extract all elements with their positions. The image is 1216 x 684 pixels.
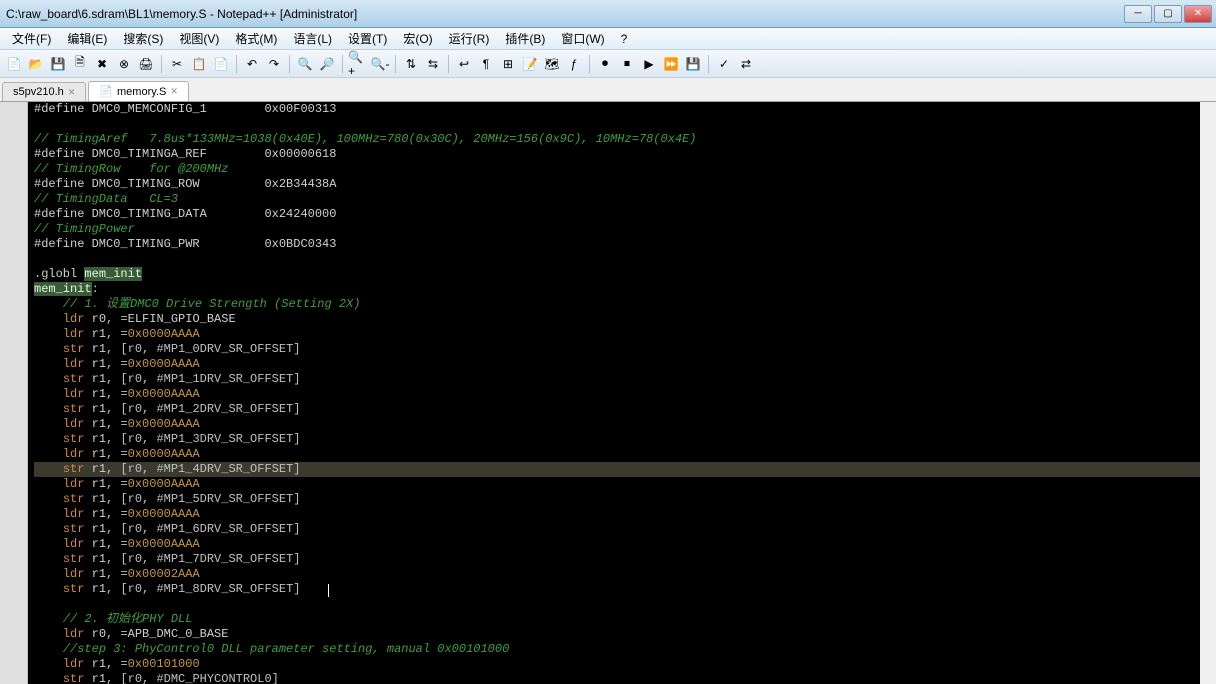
user-lang-icon[interactable]: 📝 xyxy=(520,54,540,74)
find-icon[interactable]: 🔍 xyxy=(295,54,315,74)
play-multi-icon[interactable]: ⏩ xyxy=(661,54,681,74)
toolbar-sep xyxy=(236,55,237,73)
save-icon[interactable]: 💾 xyxy=(48,54,68,74)
toolbar-sep xyxy=(589,55,590,73)
menu-run[interactable]: 运行(R) xyxy=(441,28,498,49)
save-macro-icon[interactable]: 💾 xyxy=(683,54,703,74)
file-icon: 📄 xyxy=(99,85,113,98)
menu-plugins[interactable]: 插件(B) xyxy=(497,28,553,49)
doc-map-icon[interactable]: 🗺 xyxy=(542,54,562,74)
replace-icon[interactable]: 🔎 xyxy=(317,54,337,74)
minimize-button[interactable]: ─ xyxy=(1124,5,1152,23)
new-file-icon[interactable]: 📄 xyxy=(4,54,24,74)
paste-icon[interactable]: 📄 xyxy=(211,54,231,74)
tab-close-icon[interactable]: ✕ xyxy=(68,87,76,98)
zoom-out-icon[interactable]: 🔍- xyxy=(370,54,390,74)
undo-icon[interactable]: ↶ xyxy=(242,54,262,74)
toolbar-sep xyxy=(395,55,396,73)
cut-icon[interactable]: ✂ xyxy=(167,54,187,74)
toolbar-sep xyxy=(708,55,709,73)
editor[interactable]: #define DMC0_MEMCONFIG_1 0x00F00313 // T… xyxy=(0,102,1216,684)
zoom-in-icon[interactable]: 🔍+ xyxy=(348,54,368,74)
play-icon[interactable]: ▶ xyxy=(639,54,659,74)
line-gutter xyxy=(0,102,28,684)
save-all-icon[interactable]: 🗎 xyxy=(70,54,90,74)
compare-icon[interactable]: ⇄ xyxy=(736,54,756,74)
copy-icon[interactable]: 📋 xyxy=(189,54,209,74)
toolbar-sep xyxy=(289,55,290,73)
window-controls: ─ ▢ ✕ xyxy=(1124,5,1212,23)
toolbar-sep xyxy=(448,55,449,73)
close-all-icon[interactable]: ⊗ xyxy=(114,54,134,74)
menu-search[interactable]: 搜索(S) xyxy=(115,28,171,49)
func-list-icon[interactable]: ƒ xyxy=(564,54,584,74)
tab-memory[interactable]: 📄 memory.S ✕ xyxy=(88,81,189,101)
menu-macro[interactable]: 宏(O) xyxy=(395,28,440,49)
menu-settings[interactable]: 设置(T) xyxy=(340,28,395,49)
maximize-button[interactable]: ▢ xyxy=(1154,5,1182,23)
wordwrap-icon[interactable]: ↩ xyxy=(454,54,474,74)
print-icon[interactable]: 🖨 xyxy=(136,54,156,74)
open-file-icon[interactable]: 📂 xyxy=(26,54,46,74)
sync-h-icon[interactable]: ⇆ xyxy=(423,54,443,74)
tab-close-icon[interactable]: ✕ xyxy=(170,86,178,97)
menu-window[interactable]: 窗口(W) xyxy=(553,28,612,49)
window-title: C:\raw_board\6.sdram\BL1\memory.S - Note… xyxy=(4,7,1124,21)
toolbar-sep xyxy=(342,55,343,73)
code-area[interactable]: #define DMC0_MEMCONFIG_1 0x00F00313 // T… xyxy=(28,102,1200,684)
spellcheck-icon[interactable]: ✓ xyxy=(714,54,734,74)
toolbar-sep xyxy=(161,55,162,73)
redo-icon[interactable]: ↷ xyxy=(264,54,284,74)
titlebar: C:\raw_board\6.sdram\BL1\memory.S - Note… xyxy=(0,0,1216,28)
tab-label: memory.S xyxy=(117,86,166,98)
vertical-scrollbar[interactable] xyxy=(1200,102,1216,684)
close-button[interactable]: ✕ xyxy=(1184,5,1212,23)
stop-icon[interactable]: ⏹ xyxy=(617,54,637,74)
sync-v-icon[interactable]: ⇅ xyxy=(401,54,421,74)
record-icon[interactable]: ⏺ xyxy=(595,54,615,74)
show-all-icon[interactable]: ¶ xyxy=(476,54,496,74)
menu-file[interactable]: 文件(F) xyxy=(4,28,59,49)
toolbar: 📄 📂 💾 🗎 ✖ ⊗ 🖨 ✂ 📋 📄 ↶ ↷ 🔍 🔎 🔍+ 🔍- ⇅ ⇆ ↩ … xyxy=(0,50,1216,78)
menu-lang[interactable]: 语言(L) xyxy=(285,28,340,49)
menu-format[interactable]: 格式(M) xyxy=(227,28,285,49)
menu-view[interactable]: 视图(V) xyxy=(171,28,227,49)
menubar: 文件(F) 编辑(E) 搜索(S) 视图(V) 格式(M) 语言(L) 设置(T… xyxy=(0,28,1216,50)
tabbar: s5pv210.h ✕ 📄 memory.S ✕ xyxy=(0,78,1216,102)
close-file-icon[interactable]: ✖ xyxy=(92,54,112,74)
tab-s5pv210[interactable]: s5pv210.h ✕ xyxy=(2,82,86,101)
tab-label: s5pv210.h xyxy=(13,86,64,98)
indent-guide-icon[interactable]: ⊞ xyxy=(498,54,518,74)
menu-edit[interactable]: 编辑(E) xyxy=(59,28,115,49)
menu-help[interactable]: ? xyxy=(613,30,636,48)
